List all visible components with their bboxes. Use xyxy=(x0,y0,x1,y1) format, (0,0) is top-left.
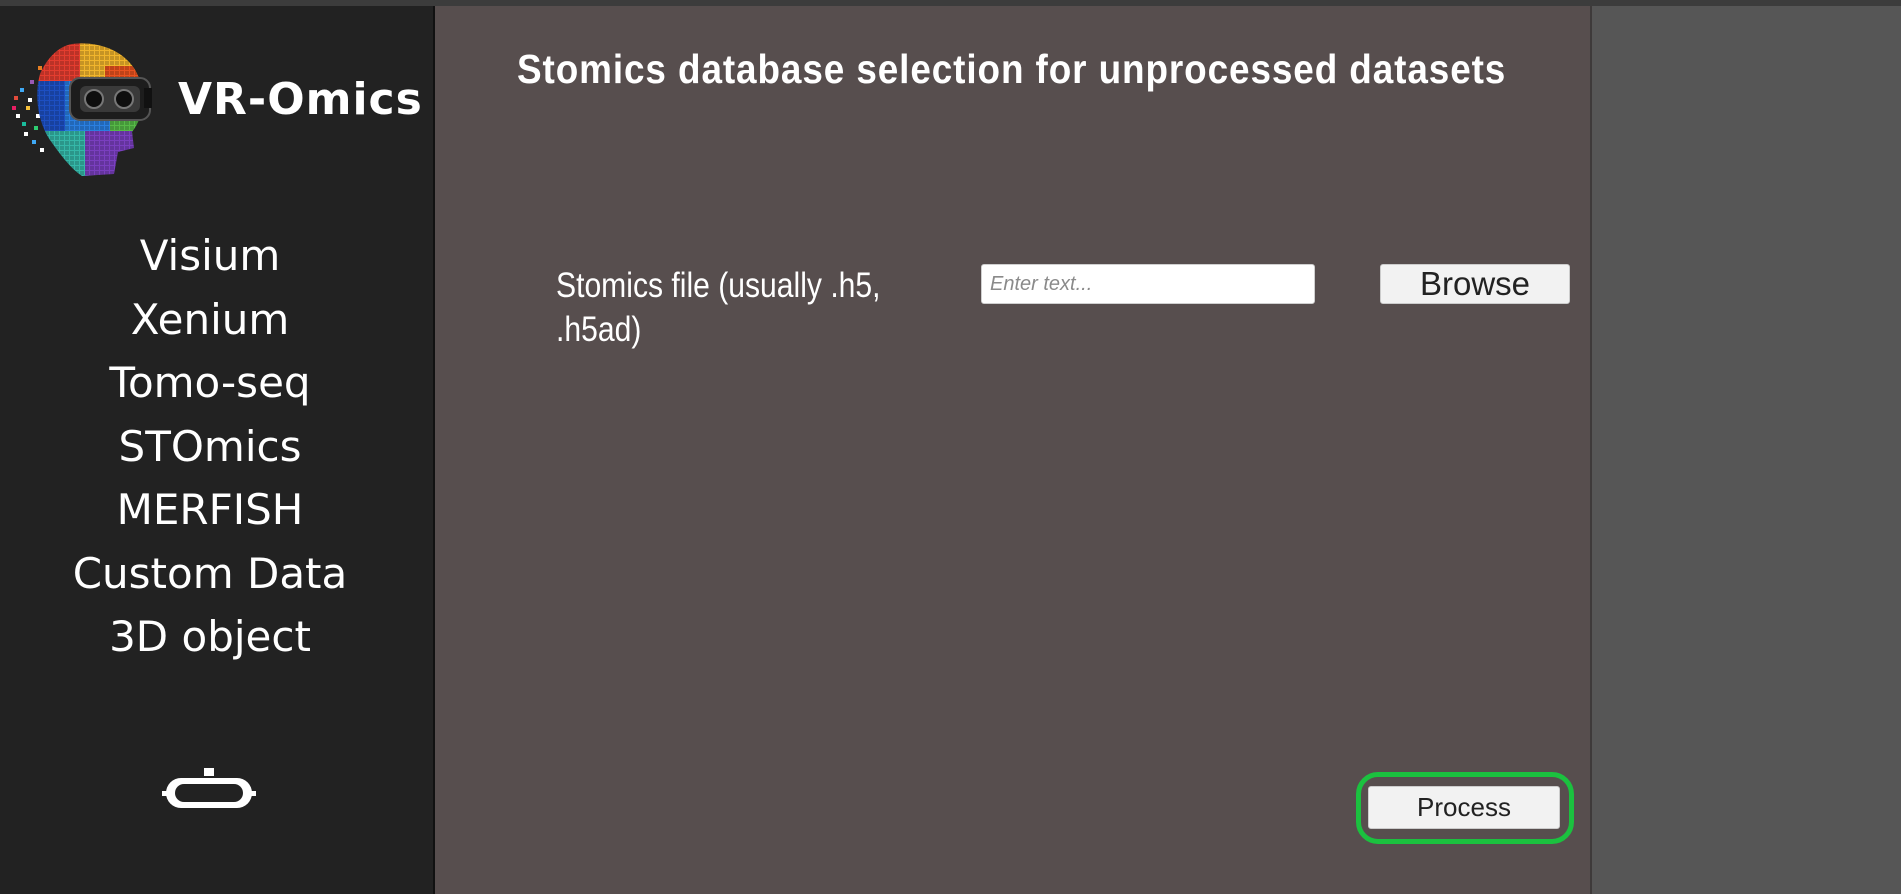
nav-item-xenium[interactable]: Xenium xyxy=(0,288,420,352)
vr-headset-shape xyxy=(69,77,152,121)
dataset-type-nav: Visium Xenium Tomo-seq STOmics MERFISH C… xyxy=(0,224,420,669)
stomics-file-input[interactable] xyxy=(981,264,1315,304)
app-window: VR-Omics Visium Xenium Tomo-seq STOmics … xyxy=(0,0,1901,894)
browse-button[interactable]: Browse xyxy=(1380,264,1570,304)
nav-item-tomo-seq[interactable]: Tomo-seq xyxy=(0,351,420,415)
nav-item-custom-data[interactable]: Custom Data xyxy=(0,542,420,606)
page-title: Stomics database selection for unprocess… xyxy=(517,46,1507,92)
stomics-file-label: Stomics file (usually .h5, .h5ad) xyxy=(556,266,881,349)
nav-item-visium[interactable]: Visium xyxy=(0,224,420,288)
sidebar: VR-Omics Visium Xenium Tomo-seq STOmics … xyxy=(0,6,435,894)
nav-item-merfish[interactable]: MERFISH xyxy=(0,478,420,542)
stomics-panel: Stomics database selection for unprocess… xyxy=(435,6,1592,894)
right-gutter xyxy=(1592,6,1901,894)
vr-headset-icon[interactable] xyxy=(162,764,256,816)
process-button[interactable]: Process xyxy=(1368,786,1560,829)
vr-omics-logo-icon xyxy=(12,43,152,176)
nav-item-stomics[interactable]: STOmics xyxy=(0,415,420,479)
nav-item-3d-object[interactable]: 3D object xyxy=(0,605,420,669)
app-brand-title: VR-Omics xyxy=(178,74,423,125)
